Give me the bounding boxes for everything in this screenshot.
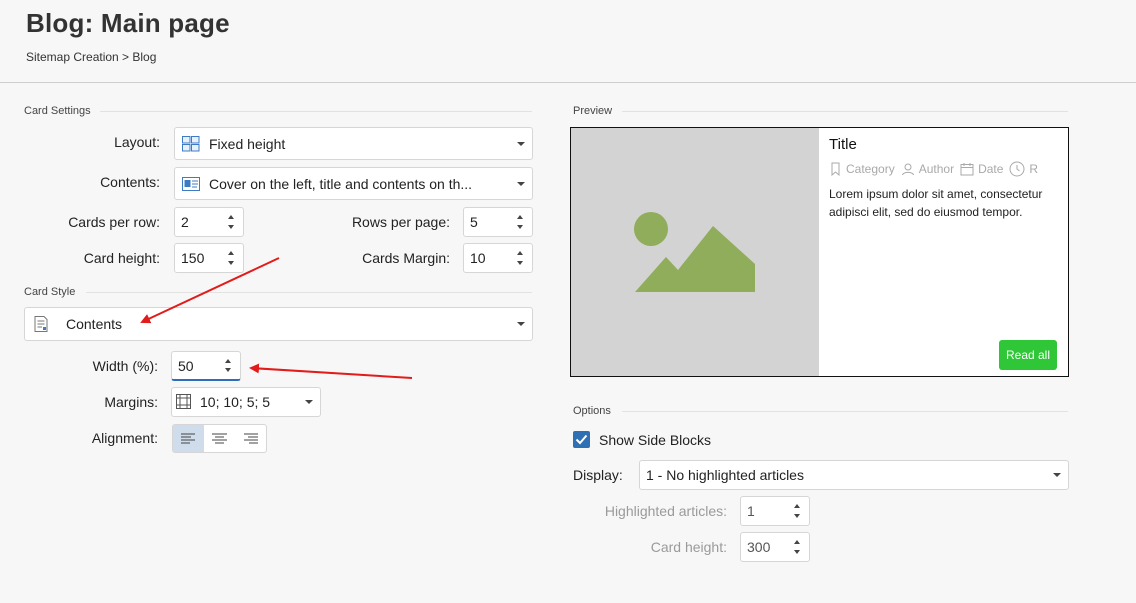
preview-meta-category: Category — [846, 162, 895, 176]
chevron-down-icon — [517, 181, 525, 186]
display-select[interactable]: 1 - No highlighted articles — [639, 460, 1069, 490]
align-right-icon[interactable] — [235, 425, 266, 452]
rows-per-page-label: Rows per page: — [351, 214, 450, 230]
preview-meta: Category Author Date R — [829, 160, 1059, 178]
header-divider — [0, 82, 1136, 83]
breadcrumb[interactable]: Sitemap Creation > Blog — [26, 50, 156, 64]
highlighted-articles-label: Highlighted articles: — [604, 503, 727, 519]
cards-margin-value: 10 — [470, 250, 486, 266]
preview-meta-author: Author — [918, 162, 955, 176]
rows-per-page-spinner[interactable]: 5 — [463, 207, 533, 237]
margins-grid-icon — [176, 394, 194, 410]
chevron-down-icon — [517, 141, 525, 146]
display-label: Display: — [573, 467, 623, 483]
layout-select[interactable]: Fixed height — [174, 127, 533, 160]
rows-per-page-value: 5 — [470, 214, 478, 230]
margins-select-value: 10; 10; 5; 5 — [200, 394, 271, 410]
spinner-arrows-icon[interactable] — [791, 533, 805, 561]
card-height-spinner[interactable]: 150 — [174, 243, 244, 273]
preview-body-text: Lorem ipsum dolor sit amet, consectetur … — [829, 187, 1043, 219]
card-height-value: 150 — [181, 250, 205, 266]
highlighted-articles-spinner[interactable]: 1 — [740, 496, 810, 526]
preview-title: Title — [829, 136, 857, 153]
page-title: Blog: Main page — [26, 8, 230, 38]
preview-meta-reading: R — [1029, 162, 1039, 176]
image-text-card-icon — [182, 176, 200, 192]
spinner-arrows-icon[interactable] — [225, 208, 239, 236]
bookmark-icon — [831, 162, 840, 176]
clock-icon — [1009, 161, 1025, 177]
calendar-icon — [960, 163, 974, 176]
card-style-divider — [86, 292, 532, 293]
width-percent-value: 50 — [178, 357, 194, 374]
card-height-label: Card height: — [83, 250, 160, 266]
options-card-height-spinner[interactable]: 300 — [740, 532, 810, 562]
card-style-heading: Card Style — [24, 286, 76, 298]
card-preview: Title Category Author Date R Lorem ipsum… — [570, 127, 1069, 377]
preview-divider — [622, 111, 1068, 112]
align-center-icon[interactable] — [204, 425, 235, 452]
cards-margin-spinner[interactable]: 10 — [463, 243, 533, 273]
layout-label: Layout: — [114, 134, 160, 150]
width-percent-spinner[interactable]: 50 — [171, 351, 241, 381]
alignment-label: Alignment: — [91, 430, 158, 446]
spinner-arrows-icon[interactable] — [225, 244, 239, 272]
read-all-button[interactable]: Read all — [999, 340, 1057, 370]
cards-per-row-spinner[interactable]: 2 — [174, 207, 244, 237]
alignment-buttons — [172, 424, 267, 453]
user-icon — [901, 163, 914, 176]
annotation-arrow-width — [249, 363, 413, 379]
options-heading: Options — [573, 405, 611, 417]
show-side-blocks-checkbox[interactable] — [573, 431, 590, 448]
checkmark-icon — [575, 434, 588, 445]
spinner-arrows-icon[interactable] — [222, 352, 236, 379]
options-card-height-value: 300 — [747, 539, 771, 555]
contents-select[interactable]: Cover on the left, title and contents on… — [174, 167, 533, 200]
options-card-height-label: Card height: — [650, 539, 727, 555]
align-left-icon[interactable] — [173, 425, 204, 452]
spinner-arrows-icon[interactable] — [791, 497, 805, 525]
card-style-select-value: Contents — [66, 316, 123, 332]
cards-per-row-value: 2 — [181, 214, 189, 230]
show-side-blocks-label[interactable]: Show Side Blocks — [599, 432, 711, 448]
preview-heading: Preview — [573, 105, 613, 117]
spinner-arrows-icon[interactable] — [514, 208, 528, 236]
margins-select[interactable]: 10; 10; 5; 5 — [171, 387, 321, 417]
contents-select-value: Cover on the left, title and contents on… — [209, 175, 473, 192]
chevron-down-icon — [305, 400, 313, 404]
card-style-select[interactable]: Contents — [24, 307, 533, 341]
grid-layout-icon — [182, 135, 200, 152]
cover-image-placeholder — [571, 128, 819, 376]
card-settings-heading: Card Settings — [24, 105, 91, 117]
margins-label: Margins: — [104, 394, 158, 410]
chevron-down-icon — [517, 322, 525, 326]
preview-meta-date: Date — [978, 162, 1004, 176]
layout-select-value: Fixed height — [209, 135, 286, 152]
display-select-value: 1 - No highlighted articles — [646, 467, 804, 483]
card-settings-divider — [100, 111, 532, 112]
contents-label: Contents: — [100, 174, 160, 190]
image-placeholder-icon — [634, 212, 755, 292]
width-label: Width (%): — [92, 358, 158, 374]
spinner-arrows-icon[interactable] — [514, 244, 528, 272]
document-icon — [34, 316, 52, 332]
cards-margin-label: Cards Margin: — [362, 250, 450, 266]
chevron-down-icon — [1053, 473, 1061, 477]
highlighted-articles-value: 1 — [747, 503, 755, 519]
cards-per-row-label: Cards per row: — [68, 214, 160, 230]
options-divider — [622, 411, 1068, 412]
